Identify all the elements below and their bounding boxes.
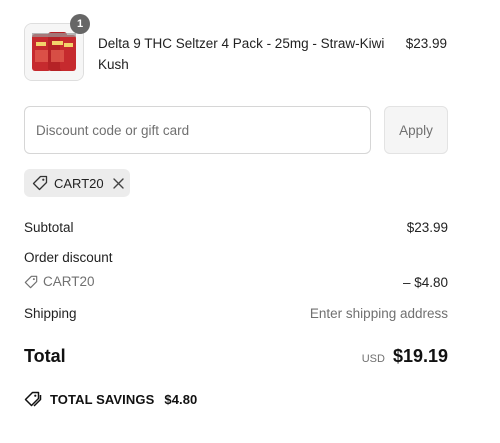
subtotal-value: $23.99 xyxy=(406,220,448,235)
applied-code-label: CART20 xyxy=(54,175,104,191)
order-discount-value: – $4.80 xyxy=(402,275,448,290)
subtotal-label: Subtotal xyxy=(24,220,74,235)
shipping-value: Enter shipping address xyxy=(309,306,448,321)
order-discount-label: Order discount xyxy=(24,250,113,265)
total-amount-group: USD $19.19 xyxy=(362,346,448,367)
savings-tag-icon xyxy=(24,391,42,407)
quantity-badge: 1 xyxy=(70,14,90,34)
order-discount-code-label: CART20 xyxy=(43,274,95,289)
shipping-label: Shipping xyxy=(24,306,77,321)
total-savings: TOTAL SAVINGS $4.80 xyxy=(24,391,197,407)
savings-label: TOTAL SAVINGS xyxy=(50,391,155,407)
applied-discount-chip: CART20 xyxy=(24,169,130,197)
apply-button[interactable]: Apply xyxy=(384,106,448,154)
remove-code-close-icon[interactable] xyxy=(112,177,124,189)
product-price: $23.99 xyxy=(405,36,447,51)
total-label: Total xyxy=(24,346,66,366)
tag-icon xyxy=(32,175,48,191)
total-amount: $19.19 xyxy=(392,346,448,366)
order-discount-code: CART20 xyxy=(24,274,95,289)
discount-code-input[interactable] xyxy=(24,106,371,154)
currency-code: USD xyxy=(361,353,385,365)
product-name: Delta 9 THC Seltzer 4 Pack - 25mg - Stra… xyxy=(98,36,385,72)
tag-icon xyxy=(24,275,38,289)
savings-value: $4.80 xyxy=(164,391,198,407)
